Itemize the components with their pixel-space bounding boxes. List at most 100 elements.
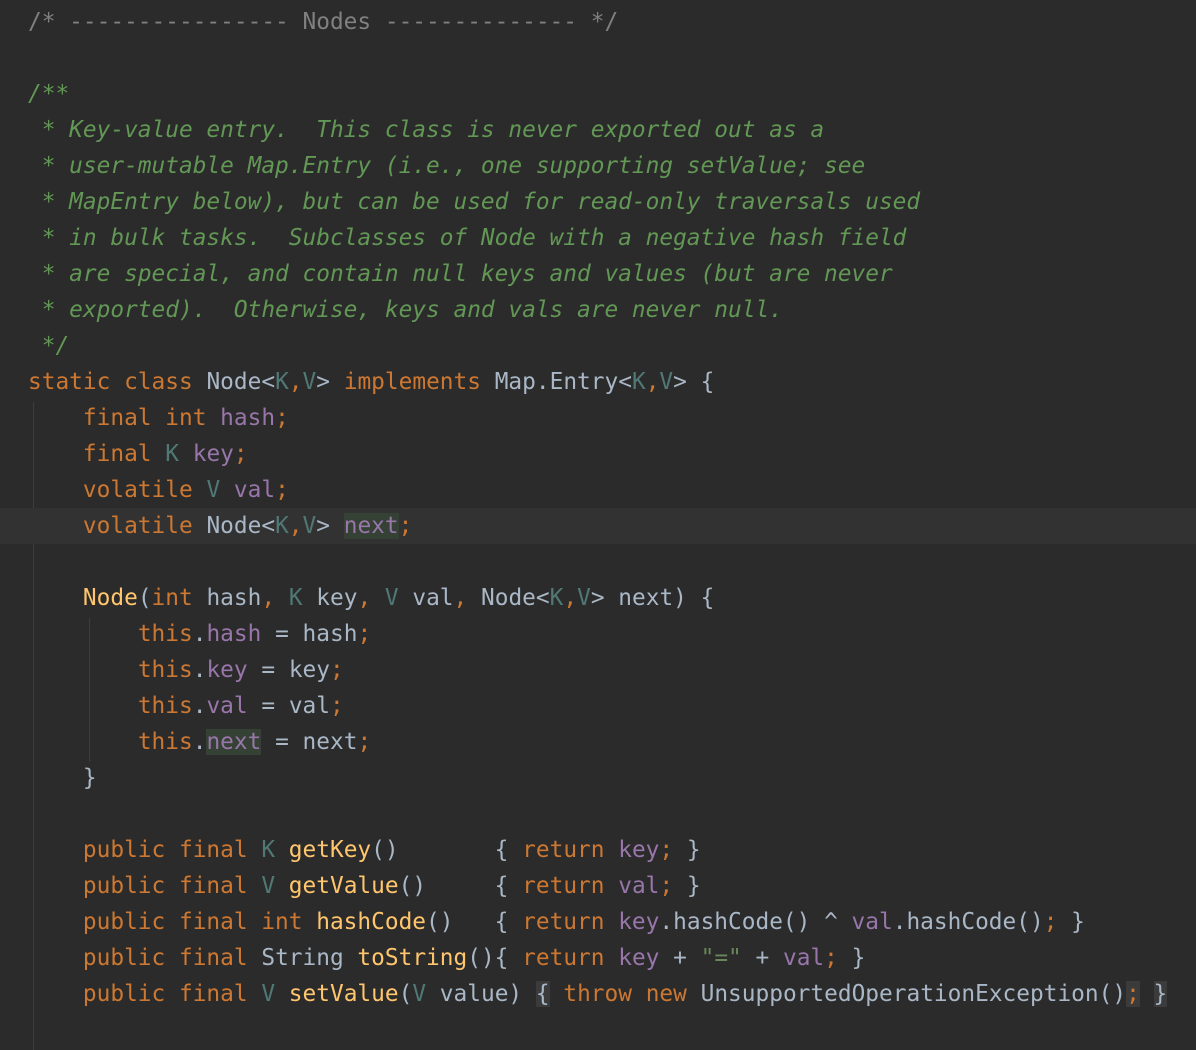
code-line[interactable] [0, 544, 1196, 580]
code-token: , [357, 585, 385, 611]
code-token: getKey [288, 837, 372, 863]
code-token: (){ [467, 945, 523, 971]
code-token: key [618, 945, 660, 971]
code-line[interactable]: this.val = val; [0, 688, 1196, 724]
code-token: */ [28, 333, 70, 359]
code-token: public final [82, 873, 262, 899]
code-token: /** [28, 81, 70, 107]
code-text: final int hash; [28, 400, 289, 436]
code-token: this [137, 693, 193, 719]
code-token: val [782, 945, 825, 971]
code-token: "=" [700, 945, 742, 971]
code-line[interactable]: */ [0, 328, 1196, 364]
code-token: . [192, 693, 207, 719]
code-line[interactable]: /* ---------------- Nodes --------------… [0, 4, 1196, 40]
code-token: toString [357, 945, 468, 971]
code-token: , [563, 585, 578, 611]
code-token: setValue [288, 981, 399, 1007]
code-token: return [522, 909, 619, 935]
code-line[interactable]: final int hash; [0, 400, 1196, 436]
code-line[interactable]: public final String toString(){ return k… [0, 940, 1196, 976]
code-line[interactable]: * exported). Otherwise, keys and vals ar… [0, 292, 1196, 328]
code-token: throw new [563, 981, 701, 1007]
code-line[interactable]: /** [0, 76, 1196, 112]
code-line[interactable]: public final V setValue(V value) { throw… [0, 976, 1196, 1012]
code-token: > [316, 369, 344, 395]
code-token: = val [247, 693, 330, 719]
code-text: volatile V val; [28, 472, 289, 508]
code-token: , [453, 585, 481, 611]
code-line[interactable]: Node(int hash, K key, V val, Node<K,V> n… [0, 580, 1196, 616]
code-token: static class [28, 369, 207, 395]
code-token: ; [1126, 981, 1140, 1007]
code-token: key [618, 909, 660, 935]
code-token: V [412, 981, 440, 1007]
code-text: public final K getKey() { return key; } [28, 832, 701, 868]
code-line[interactable]: public final int hashCode() { return key… [0, 904, 1196, 940]
code-line[interactable]: * MapEntry below), but can be used for r… [0, 184, 1196, 220]
code-token: /* ---------------- Nodes --------------… [28, 9, 619, 35]
code-token: .hashCode() ^ [659, 909, 852, 935]
code-token: Node< [206, 369, 276, 395]
code-text: public final String toString(){ return k… [28, 940, 865, 976]
code-token: hashCode [316, 909, 427, 935]
code-token: + [659, 945, 701, 971]
code-line[interactable]: public final V getValue() { return val; … [0, 868, 1196, 904]
code-text: */ [28, 328, 69, 364]
code-line[interactable]: static class Node<K,V> implements Map.En… [0, 364, 1196, 400]
code-line[interactable]: public final K getKey() { return key; } [0, 832, 1196, 868]
code-line[interactable] [0, 796, 1196, 832]
code-line[interactable]: volatile V val; [0, 472, 1196, 508]
code-editor[interactable]: /* ---------------- Nodes --------------… [0, 0, 1196, 1050]
code-token: return [522, 873, 619, 899]
code-text: this.hash = hash; [28, 616, 371, 652]
code-line[interactable]: * user-mutable Map.Entry (i.e., one supp… [0, 148, 1196, 184]
code-token: > next) { [590, 585, 715, 611]
code-line[interactable]: * Key-value entry. This class is never e… [0, 112, 1196, 148]
code-token: V [261, 873, 289, 899]
code-token: hash [220, 405, 276, 431]
code-line[interactable]: this.next = next; [0, 724, 1196, 760]
code-token: Node [82, 585, 138, 611]
code-line-current[interactable]: volatile Node<K,V> next; [0, 508, 1196, 544]
code-token: V [384, 585, 413, 611]
code-line[interactable]: } [0, 760, 1196, 796]
code-token: String [261, 945, 358, 971]
code-token: , [288, 513, 303, 539]
code-token: K [631, 369, 646, 395]
code-token: ; [824, 945, 852, 971]
code-text: static class Node<K,V> implements Map.En… [28, 364, 714, 400]
code-token: V [577, 585, 591, 611]
code-token: ; [1043, 909, 1072, 935]
code-line[interactable]: * are special, and contain null keys and… [0, 256, 1196, 292]
code-line[interactable]: * in bulk tasks. Subclasses of Node with… [0, 220, 1196, 256]
code-token: () { [398, 873, 523, 899]
code-token: } [686, 873, 701, 899]
code-token: return [522, 837, 619, 863]
code-token: = key [247, 657, 330, 683]
code-token: V [261, 981, 289, 1007]
code-token: V [659, 369, 674, 395]
code-line[interactable]: final K key; [0, 436, 1196, 472]
code-token: + [741, 945, 783, 971]
code-line[interactable]: this.hash = hash; [0, 616, 1196, 652]
code-line[interactable]: this.key = key; [0, 652, 1196, 688]
code-token: this [137, 657, 193, 683]
code-token: public final [82, 981, 262, 1007]
code-line[interactable] [0, 40, 1196, 76]
code-token: ; [233, 441, 248, 467]
code-text: * MapEntry below), but can be used for r… [28, 184, 920, 220]
code-text: this.key = key; [28, 652, 344, 688]
code-token: ; [357, 621, 372, 647]
code-token: { [535, 981, 550, 1007]
code-token: public final int [82, 909, 317, 935]
code-token: . [192, 729, 207, 755]
code-token: K [275, 513, 289, 539]
code-token: , [288, 369, 303, 395]
